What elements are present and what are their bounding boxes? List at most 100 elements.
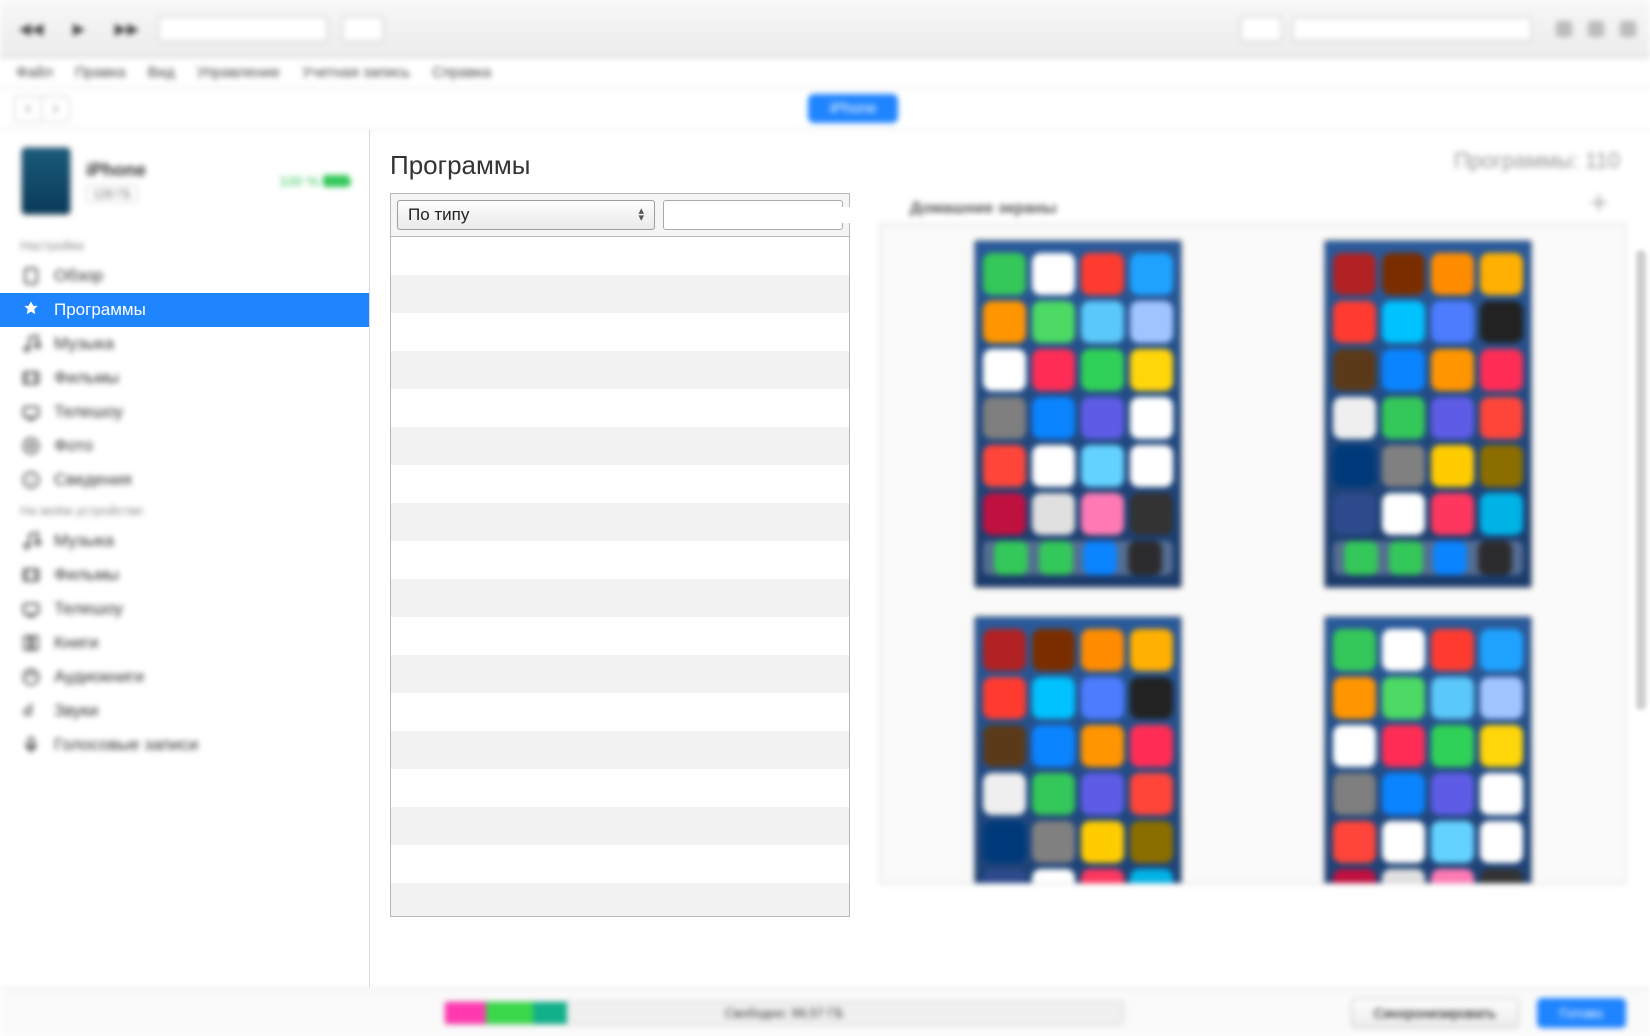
app-icon	[983, 677, 1026, 719]
prev-track-button[interactable]: ◀◀	[14, 15, 48, 43]
nav-back-button[interactable]: ‹	[14, 96, 42, 122]
storage-bar: Свободно: 99,57 ГБ	[444, 1001, 1124, 1025]
music-icon	[20, 333, 42, 355]
homescreen-tile[interactable]	[1323, 239, 1533, 595]
menu-help[interactable]: Справка	[432, 64, 491, 81]
homescreen-label: Домашние экраны	[910, 200, 1626, 218]
sidebar-item-tones[interactable]: Звуки	[0, 694, 369, 728]
app-icon	[1431, 301, 1474, 343]
apps-list-row[interactable]	[391, 237, 849, 275]
subnav: ‹ › iPhone	[0, 88, 1650, 130]
sidebar-item-label: Сведения	[54, 470, 132, 490]
sidebar-item-label: Музыка	[54, 334, 114, 354]
sidebar-item-music[interactable]: Музыка	[0, 327, 369, 361]
sidebar-item-info[interactable]: Сведения	[0, 463, 369, 497]
app-icon	[1431, 677, 1474, 719]
apps-list-row[interactable]	[391, 503, 849, 541]
maximize-button[interactable]	[1588, 21, 1604, 37]
sync-button[interactable]: Синхронизировать	[1351, 998, 1519, 1028]
sidebar-item-books[interactable]: Книги	[0, 626, 369, 660]
device-pill[interactable]: iPhone	[808, 94, 899, 123]
nav-forward-button[interactable]: ›	[42, 96, 70, 122]
menu-edit[interactable]: Правка	[75, 64, 126, 81]
app-icon	[1130, 629, 1173, 671]
sidebar-item-label: Книги	[54, 633, 98, 653]
apps-list-row[interactable]	[391, 351, 849, 389]
homescreen-tile[interactable]: Страница 2	[1323, 615, 1533, 884]
menu-file[interactable]: Файл	[16, 64, 53, 81]
sidebar-item-photos[interactable]: Фото	[0, 429, 369, 463]
screens-scroll[interactable]: Страница 1 Страница 2	[880, 224, 1626, 884]
app-icon	[1130, 869, 1173, 884]
sidebar-item-tv[interactable]: Телешоу	[0, 395, 369, 429]
books-icon	[20, 632, 42, 654]
dock-icon	[994, 541, 1028, 575]
app-icon	[1480, 773, 1523, 815]
global-search-input[interactable]	[1292, 17, 1532, 41]
apps-search[interactable]	[663, 200, 843, 230]
apps-list-row[interactable]	[391, 845, 849, 883]
play-button[interactable]: ▶	[62, 15, 96, 43]
sidebar-item-label: Аудиокниги	[54, 667, 144, 687]
volume-button[interactable]	[342, 16, 384, 42]
apps-list-row[interactable]	[391, 389, 849, 427]
app-icon	[1431, 253, 1474, 295]
apps-list-row[interactable]	[391, 465, 849, 503]
menubar: Файл Правка Вид Управление Учетная запис…	[0, 58, 1650, 88]
apps-list-row[interactable]	[391, 693, 849, 731]
app-icon	[1130, 493, 1173, 535]
sidebar-item-tv[interactable]: Телешоу	[0, 592, 369, 626]
app-icon	[1081, 773, 1124, 815]
minimize-button[interactable]	[1556, 21, 1572, 37]
sidebar-item-summary[interactable]: Обзор	[0, 259, 369, 293]
sidebar-item-music[interactable]: Музыка	[0, 524, 369, 558]
device-block[interactable]: iPhone 128 ГБ 100 %	[0, 130, 369, 232]
apps-list-row[interactable]	[391, 655, 849, 693]
sidebar-item-movies[interactable]: Фильмы	[0, 361, 369, 395]
done-button[interactable]: Готово	[1537, 998, 1626, 1028]
apps-list-row[interactable]	[391, 617, 849, 655]
next-track-button[interactable]: ▶▶	[110, 15, 144, 43]
apps-list-row[interactable]	[391, 769, 849, 807]
app-icon	[1081, 821, 1124, 863]
homescreen-tile[interactable]: Страница 1	[973, 615, 1183, 884]
account-button[interactable]	[1240, 16, 1282, 42]
apps-list-row[interactable]	[391, 883, 849, 917]
apps-list-row[interactable]	[391, 807, 849, 845]
menu-account[interactable]: Учетная запись	[302, 64, 410, 81]
apps-pane: Программы По типу ▴▾ Программы: 110 ＋ До…	[370, 130, 1650, 988]
sort-dropdown[interactable]: По типу ▴▾	[397, 200, 655, 230]
apps-list-row[interactable]	[391, 275, 849, 313]
menu-controls[interactable]: Управление	[197, 64, 280, 81]
homescreen-tile[interactable]	[973, 239, 1183, 595]
apps-list[interactable]	[390, 237, 850, 917]
app-icon	[1431, 349, 1474, 391]
app-icon	[1480, 725, 1523, 767]
apps-list-row[interactable]	[391, 427, 849, 465]
apps-list-row[interactable]	[391, 731, 849, 769]
sidebar-item-label: Голосовые записи	[54, 735, 198, 755]
apps-list-row[interactable]	[391, 541, 849, 579]
app-icon	[1333, 773, 1376, 815]
app-icon	[1480, 677, 1523, 719]
menu-view[interactable]: Вид	[148, 64, 175, 81]
apps-list-row[interactable]	[391, 579, 849, 617]
apps-list-row[interactable]	[391, 313, 849, 351]
sidebar-item-apps[interactable]: Программы	[0, 293, 369, 327]
app-icon	[983, 869, 1026, 884]
app-icon	[1382, 253, 1425, 295]
app-icon	[1130, 725, 1173, 767]
sidebar-item-movies[interactable]: Фильмы	[0, 558, 369, 592]
apps-search-input[interactable]	[678, 207, 859, 223]
app-icon	[1480, 397, 1523, 439]
vertical-scrollbar[interactable]	[1636, 250, 1646, 710]
apps-count-label: Программы: 110	[1454, 148, 1620, 174]
app-icon	[1081, 869, 1124, 884]
app-icon	[1130, 397, 1173, 439]
app-icon	[1431, 397, 1474, 439]
sidebar-item-audiobooks[interactable]: Аудиокниги	[0, 660, 369, 694]
app-icon	[1333, 445, 1376, 487]
app-icon	[1333, 349, 1376, 391]
sidebar-item-voice[interactable]: Голосовые записи	[0, 728, 369, 762]
close-button[interactable]	[1620, 21, 1636, 37]
